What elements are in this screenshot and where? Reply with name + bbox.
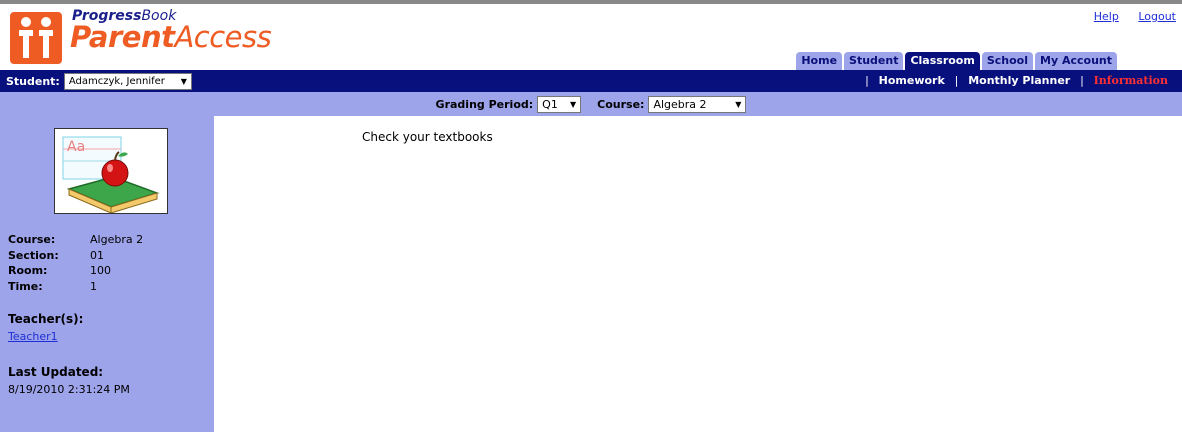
help-link[interactable]: Help bbox=[1094, 10, 1119, 23]
info-label: Room: bbox=[8, 264, 48, 278]
info-label: Section: bbox=[8, 248, 59, 262]
divider: | bbox=[954, 74, 959, 87]
monthly-planner-link[interactable]: Monthly Planner bbox=[968, 74, 1070, 87]
grading-period-value: Q1 bbox=[542, 97, 558, 111]
student-label: Student: bbox=[6, 74, 60, 88]
student-bar: Student: Adamczyk, Jennifer ▼ | Homework… bbox=[0, 70, 1182, 92]
chevron-down-icon: ▼ bbox=[180, 76, 187, 86]
last-updated-heading: Last Updated: bbox=[8, 365, 104, 379]
grading-period-group: Grading Period: Q1 ▼ bbox=[435, 95, 582, 113]
info-value: 1 bbox=[90, 279, 97, 293]
info-row-course: Course: Algebra 2 bbox=[8, 232, 178, 248]
grading-period-label: Grading Period: bbox=[435, 97, 534, 111]
top-links: Help Logout bbox=[1078, 10, 1176, 23]
info-row-room: Room: 100 bbox=[8, 263, 178, 279]
chevron-down-icon: ▼ bbox=[570, 99, 577, 109]
info-row-section: Section: 01 bbox=[8, 248, 178, 264]
chevron-down-icon: ▼ bbox=[735, 99, 742, 109]
classroom-subnav: | Homework | Monthly Planner | Informati… bbox=[859, 74, 1168, 87]
class-info-sidebar: Aa Course: Algebra 2 Section: 01 Room: 1… bbox=[0, 116, 214, 432]
info-value: 100 bbox=[90, 264, 111, 278]
student-select[interactable]: Adamczyk, Jennifer ▼ bbox=[63, 72, 192, 90]
info-value: 01 bbox=[90, 248, 104, 262]
class-info-table: Course: Algebra 2 Section: 01 Room: 100 … bbox=[8, 232, 178, 294]
info-row-time: Time: 1 bbox=[8, 279, 178, 295]
information-panel: Check your textbooks bbox=[214, 116, 1182, 432]
svg-text:Aa: Aa bbox=[67, 139, 85, 155]
main-tabs: Home Student Classroom School My Account bbox=[796, 52, 1117, 70]
information-message: Check your textbooks bbox=[362, 130, 493, 144]
tab-student[interactable]: Student bbox=[844, 52, 904, 70]
filter-bar: Grading Period: Q1 ▼ Course: Algebra 2 ▼ bbox=[0, 92, 1182, 116]
teachers-heading: Teacher(s): bbox=[8, 312, 84, 326]
student-select-value: Adamczyk, Jennifer bbox=[68, 75, 165, 87]
logout-link[interactable]: Logout bbox=[1138, 10, 1176, 23]
divider: | bbox=[1080, 74, 1084, 87]
progressbook-logo: ProgressBook ParentAccess bbox=[10, 6, 272, 64]
tab-classroom[interactable]: Classroom bbox=[905, 52, 980, 70]
content-area: Aa Course: Algebra 2 Section: 01 Room: 1… bbox=[0, 116, 1182, 432]
course-label: Course: bbox=[597, 97, 645, 111]
logo-parentaccess-text: ParentAccess bbox=[70, 20, 272, 54]
course-image: Aa bbox=[54, 128, 168, 214]
grading-period-select[interactable]: Q1 ▼ bbox=[537, 95, 582, 113]
tab-home[interactable]: Home bbox=[796, 52, 843, 70]
course-value: Algebra 2 bbox=[653, 97, 707, 111]
info-value: Algebra 2 bbox=[90, 233, 144, 247]
course-group: Course: Algebra 2 ▼ bbox=[597, 95, 747, 113]
header: ProgressBook ParentAccess Help Logout Ho… bbox=[0, 4, 1182, 70]
family-logo-icon bbox=[10, 12, 62, 64]
course-select[interactable]: Algebra 2 ▼ bbox=[648, 95, 747, 113]
tab-my-account[interactable]: My Account bbox=[1035, 52, 1117, 70]
tab-school[interactable]: School bbox=[981, 52, 1034, 70]
divider: | bbox=[865, 74, 869, 87]
teacher-link[interactable]: Teacher1 bbox=[8, 330, 202, 343]
info-label: Time: bbox=[8, 279, 43, 293]
last-updated-value: 8/19/2010 2:31:24 PM bbox=[8, 383, 130, 396]
information-link[interactable]: Information bbox=[1094, 74, 1168, 87]
homework-link[interactable]: Homework bbox=[879, 74, 945, 87]
info-label: Course: bbox=[8, 233, 56, 247]
apple-book-icon: Aa bbox=[62, 136, 160, 213]
